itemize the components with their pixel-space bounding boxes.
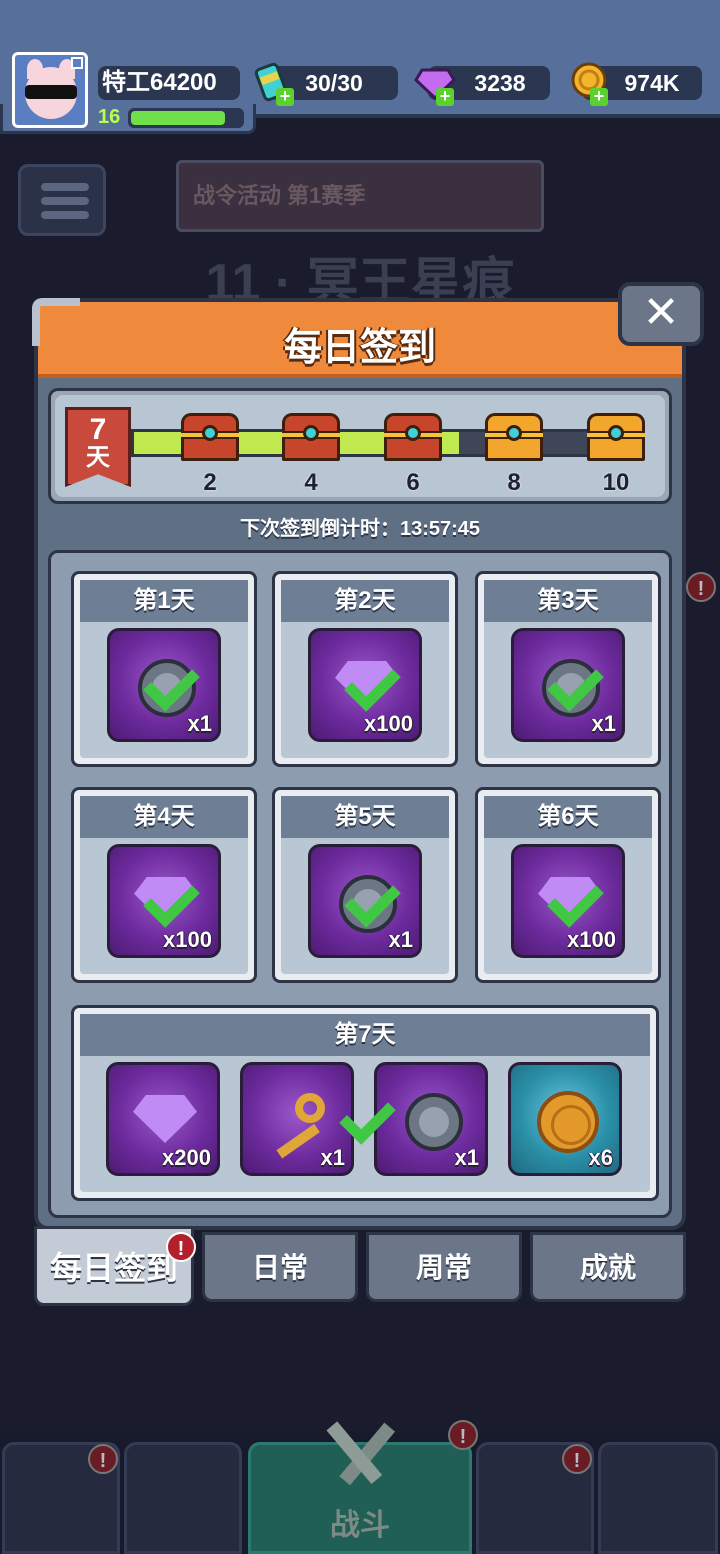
crossed-swords-icon xyxy=(326,1421,396,1486)
add-gems-button[interactable]: + xyxy=(436,87,454,106)
claimed-check-icon xyxy=(138,877,194,921)
add-gold-button[interactable]: + xyxy=(590,87,608,106)
reward-quantity: x100 xyxy=(364,711,413,736)
claimed-check-icon xyxy=(339,877,395,921)
event-banner[interactable]: 战令活动 第1赛季 xyxy=(176,160,544,232)
daily-signin-modal: 每日签到 7 天 2 4 6 8 10 下次签到倒计时：13:57:45 第1天 x1 第2… xyxy=(32,298,686,1230)
modal-title: 每日签到 xyxy=(283,327,436,369)
tab-achievements[interactable]: 成就 xyxy=(530,1232,686,1302)
claimed-check-icon xyxy=(542,877,598,921)
signin-days-unit: 天 xyxy=(86,444,110,471)
day-card-label: 第2天 xyxy=(281,580,449,622)
day7-reward-slot-1: x200 xyxy=(106,1062,220,1176)
reward-slot: x1 xyxy=(308,844,422,958)
signin-days-count: 7 xyxy=(89,413,107,446)
gem-icon xyxy=(133,1095,197,1143)
milestone-label: 10 xyxy=(602,469,630,496)
chest-gem xyxy=(506,425,522,441)
nav-battle-alert: ! xyxy=(448,1420,478,1450)
day-card-4[interactable]: 第4天 x100 xyxy=(71,787,257,983)
day-card-label: 第6天 xyxy=(484,796,652,838)
claimed-check-icon xyxy=(334,1094,390,1138)
chest-gem xyxy=(405,425,421,441)
reward-quantity: x1 xyxy=(454,1145,479,1170)
add-energy-button[interactable]: + xyxy=(276,87,294,106)
nav-gene-tab[interactable] xyxy=(598,1442,718,1554)
reward-quantity: x100 xyxy=(163,927,212,952)
milestone-chest-2-icon[interactable] xyxy=(282,413,340,461)
next-signin-countdown: 下次签到倒计时：13:57:45 xyxy=(239,518,481,540)
day-card-label: 第4天 xyxy=(80,796,248,838)
milestone-chest-3-icon[interactable] xyxy=(384,413,442,461)
reward-quantity: x200 xyxy=(162,1145,211,1170)
tab-daily[interactable]: 日常 xyxy=(202,1232,358,1302)
reward-slot: x1 xyxy=(107,628,221,742)
xp-bar xyxy=(128,108,244,128)
nav-weapon-tab[interactable] xyxy=(124,1442,242,1554)
reward-slot: x1 xyxy=(511,628,625,742)
claimed-check-icon xyxy=(339,661,395,705)
side-alert: ! xyxy=(686,572,716,602)
milestone-label: 6 xyxy=(406,469,420,496)
day-card-label: 第1天 xyxy=(80,580,248,622)
player-name: 特工64200 xyxy=(98,66,240,100)
nav-battle-label: 战斗 xyxy=(330,1509,390,1542)
xp-bar-fill xyxy=(131,111,225,125)
reward-quantity: x100 xyxy=(567,927,616,952)
modal-header: 每日签到 xyxy=(32,298,682,378)
milestone-label: 2 xyxy=(203,469,217,496)
reward-slot: x100 xyxy=(107,844,221,958)
day7-reward-slot-4: x6 xyxy=(508,1062,622,1176)
milestone-chest-4-icon[interactable] xyxy=(485,413,543,461)
claimed-check-icon xyxy=(138,661,194,705)
tab-daily-signin-alert: ! xyxy=(166,1232,196,1262)
day-card-label: 第3天 xyxy=(484,580,652,622)
game-screen: 特工64200 16 30/30 + 3238 + 974K + 战令活动 第1… xyxy=(0,0,720,1554)
nav-shop-alert: ! xyxy=(562,1444,592,1474)
chest-gem xyxy=(303,425,319,441)
player-avatar[interactable] xyxy=(12,52,88,128)
reward-slot: x100 xyxy=(511,844,625,958)
nav-armor-alert: ! xyxy=(88,1444,118,1474)
tab-weekly[interactable]: 周常 xyxy=(366,1232,522,1302)
milestone-chest-1-icon[interactable] xyxy=(181,413,239,461)
cumulative-progress-panel: 7 天 2 4 6 8 10 xyxy=(48,388,672,504)
key-icon xyxy=(269,1093,329,1159)
day-card-3[interactable]: 第3天 x1 xyxy=(475,571,661,767)
reward-quantity: x1 xyxy=(388,927,413,952)
day-card-6[interactable]: 第6天 x100 xyxy=(475,787,661,983)
gold-coin-icon xyxy=(537,1091,599,1153)
menu-button[interactable] xyxy=(18,164,106,236)
claimed-check-icon xyxy=(542,661,598,705)
close-button[interactable]: ✕ xyxy=(618,282,704,346)
day-card-2[interactable]: 第2天 x100 xyxy=(272,571,458,767)
milestone-chest-5-icon[interactable] xyxy=(587,413,645,461)
reward-quantity: x6 xyxy=(588,1145,613,1170)
milestone-label: 8 xyxy=(507,469,521,496)
milestone-label: 4 xyxy=(304,469,318,496)
reward-slot: x100 xyxy=(308,628,422,742)
days-panel: 第1天 x1 第2天 x100 第3天 x1 第4天 x100 第5天 x1 第6天 x100 第7天… xyxy=(48,550,672,1218)
chest-gem xyxy=(202,425,218,441)
silver-coin-icon xyxy=(405,1093,463,1151)
top-bar xyxy=(0,0,720,134)
player-level: 16 xyxy=(98,106,121,128)
avatar-frame-badge xyxy=(71,57,83,69)
day-card-5[interactable]: 第5天 x1 xyxy=(272,787,458,983)
day-card-7-label: 第7天 xyxy=(80,1014,650,1056)
day-card-7[interactable]: 第7天 x200 x1 x1 x6 xyxy=(71,1005,659,1201)
avatar-sunglasses xyxy=(25,85,77,99)
day-card-1[interactable]: 第1天 x1 xyxy=(71,571,257,767)
day-card-label: 第5天 xyxy=(281,796,449,838)
day7-reward-slot-3: x1 xyxy=(374,1062,488,1176)
chest-gem xyxy=(608,425,624,441)
reward-quantity: x1 xyxy=(591,711,616,736)
reward-quantity: x1 xyxy=(320,1145,345,1170)
reward-quantity: x1 xyxy=(187,711,212,736)
